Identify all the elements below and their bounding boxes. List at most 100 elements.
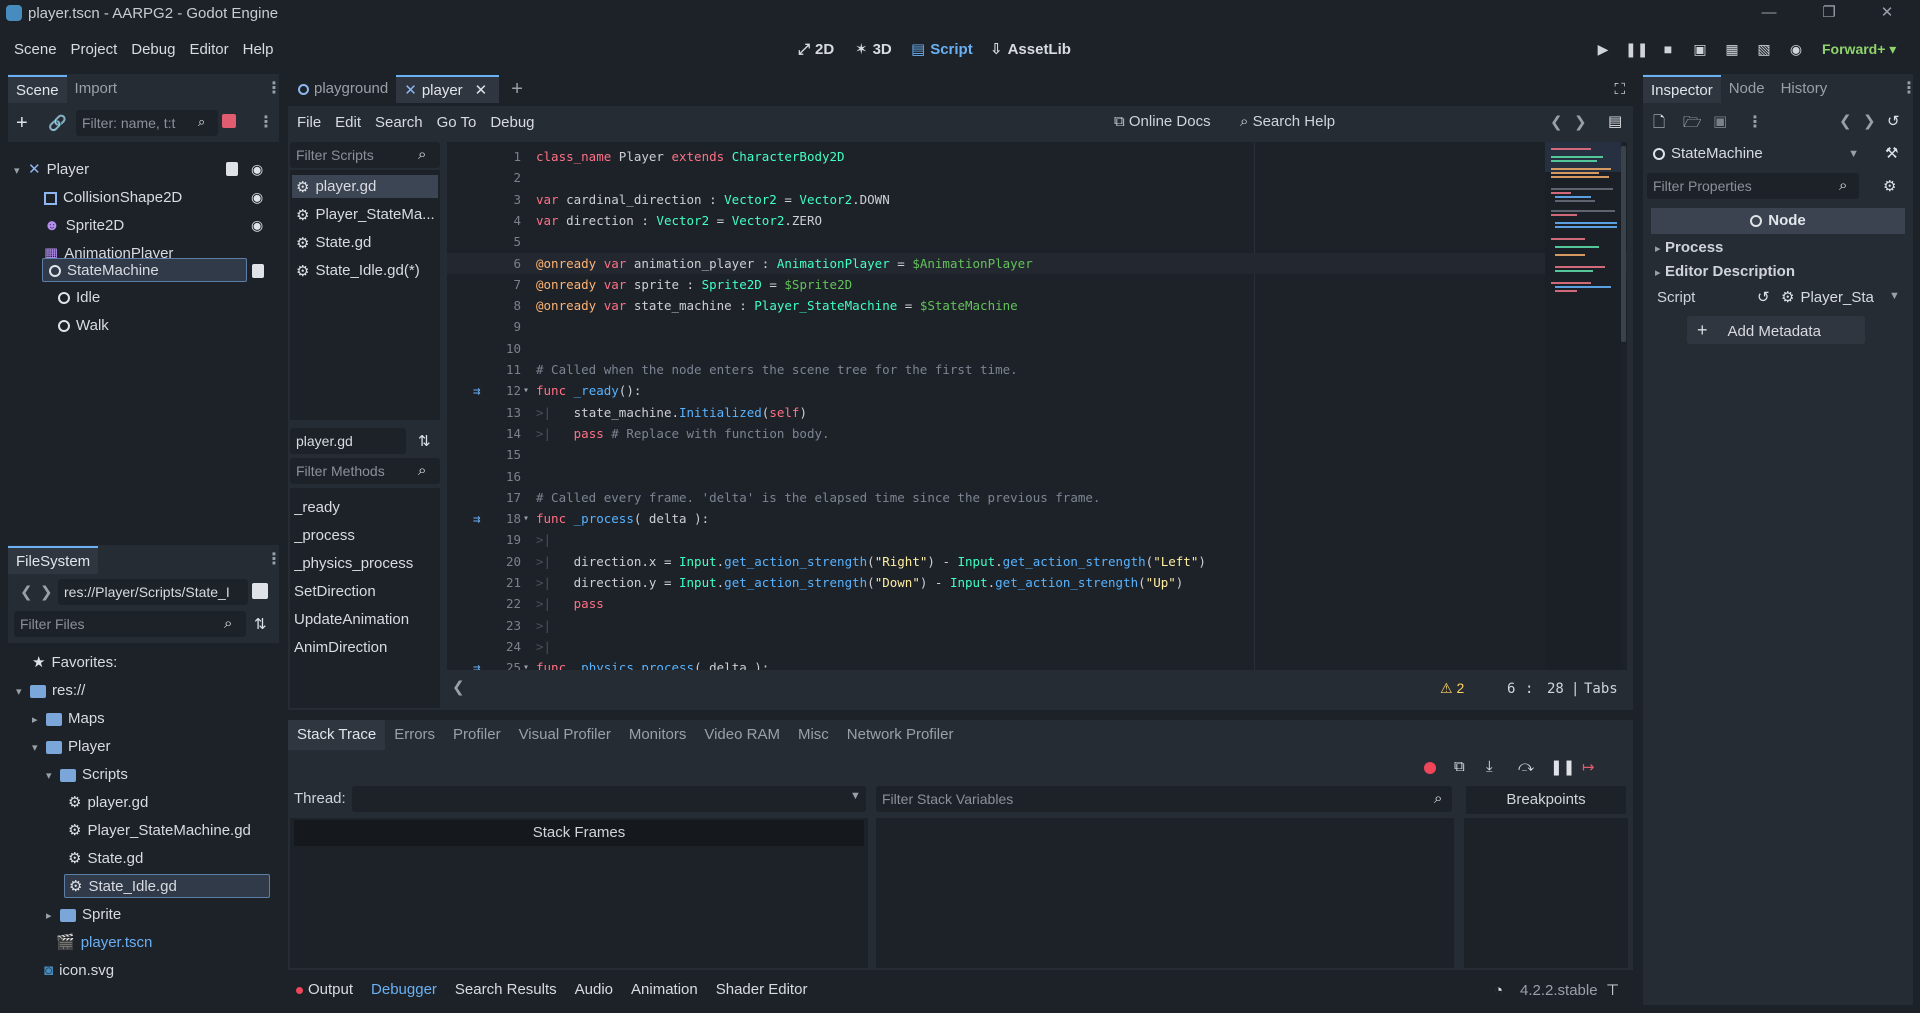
close-icon[interactable]: ✕ [1864, 0, 1910, 26]
code-line[interactable]: 3 var cardinal_direction : Vector2 = Vect… [447, 189, 1627, 210]
update-spinner-icon[interactable]: ◔ [1494, 982, 1503, 999]
code-line[interactable]: 7 @onready var sprite : Sprite2D = $Sprit… [447, 274, 1627, 295]
line-number[interactable]: 20 [477, 551, 521, 572]
folder-maps[interactable]: ▸ Maps [32, 707, 105, 731]
line-number[interactable]: 1 [477, 146, 521, 167]
collapse-arrow-icon[interactable]: ▾ [14, 159, 28, 183]
section-process[interactable]: ▸ Process [1655, 236, 1723, 261]
code-line[interactable]: 2 [447, 167, 1627, 188]
minimize-icon[interactable]: — [1746, 0, 1792, 26]
menu-scene[interactable]: Scene [7, 41, 64, 58]
add-metadata-button[interactable]: + Add Metadata [1687, 316, 1865, 344]
chevron-down-icon[interactable]: ▼ [1889, 290, 1900, 302]
line-number[interactable]: 2 [477, 167, 521, 188]
line-number[interactable]: 22 [477, 593, 521, 614]
tab-player[interactable]: ✕ player ✕ [396, 75, 500, 103]
code-line[interactable]: 12 ⇉ ▾ func _ready(): [447, 380, 1627, 401]
script-menu-goto[interactable]: Go To [430, 114, 484, 131]
file-state-idle-gd[interactable]: ⚙ State_Idle.gd [64, 874, 270, 898]
script-item-state-idle-gd[interactable]: ⚙ State_Idle.gd(*) [292, 259, 438, 282]
visibility-eye-icon[interactable]: ◉ [251, 189, 263, 206]
dock-menu-icon[interactable]: ⋮ [266, 549, 282, 569]
workspace-2d[interactable]: ⤢ 2D [798, 30, 834, 68]
forward-icon[interactable]: ❯ [1863, 112, 1876, 130]
property-options-icon[interactable]: ⚙ [1883, 177, 1896, 195]
scene-options-icon[interactable]: ⋮ [258, 112, 274, 132]
save-icon[interactable]: ▣ [1713, 112, 1727, 130]
folder-scripts[interactable]: ▾ Scripts [46, 763, 128, 787]
line-number[interactable]: 25 [477, 657, 521, 670]
code-line[interactable]: 15 [447, 444, 1627, 465]
code-line[interactable]: 17 # Called every frame. 'delta' is the e… [447, 487, 1627, 508]
stop-icon[interactable]: ■ [1657, 38, 1679, 60]
menu-project[interactable]: Project [64, 41, 125, 58]
line-number[interactable]: 23 [477, 615, 521, 636]
code-line[interactable]: 6 @onready var animation_player : Animati… [447, 252, 1627, 274]
fold-arrow-icon[interactable]: ▾ [523, 508, 529, 529]
code-line[interactable]: 21 >| direction.y = Input.get_action_stre… [447, 572, 1627, 593]
filesystem-filter-input[interactable]: Filter Files [14, 611, 246, 637]
tab-animation[interactable]: Animation [622, 975, 707, 1005]
tree-node-statemachine[interactable]: StateMachine [42, 258, 247, 282]
remote-debug-icon[interactable]: ▣ [1689, 38, 1711, 60]
file-player-statemachine-gd[interactable]: ⚙ Player_StateMachine.gd [68, 819, 251, 843]
engine-version[interactable]: 4.2.2.stable [1520, 982, 1598, 999]
menu-debug[interactable]: Debug [124, 41, 182, 58]
stack-variables-list[interactable] [876, 818, 1454, 968]
forward-icon[interactable]: ❯ [40, 583, 53, 601]
workspace-3d[interactable]: ✶ 3D [855, 30, 892, 68]
line-number[interactable]: 8 [477, 295, 521, 316]
record-icon[interactable] [1424, 762, 1436, 774]
file-player-tscn[interactable]: 🎬 player.tscn [56, 931, 152, 955]
tab-stack-trace[interactable]: Stack Trace [288, 720, 386, 750]
workspace-assetlib[interactable]: ⇩ AssetLib [990, 30, 1071, 68]
method-item[interactable]: _process [294, 524, 355, 547]
script-attached-icon[interactable] [252, 264, 264, 278]
code-line[interactable]: 18 ⇉ ▾ func _process( delta ): [447, 508, 1627, 529]
line-number[interactable]: 3 [477, 189, 521, 210]
line-number[interactable]: 14 [477, 423, 521, 444]
tree-node-sprite2d[interactable]: ☻ Sprite2D [44, 214, 124, 238]
open-folder-icon[interactable]: 🗁 [1683, 112, 1702, 137]
attach-script-icon[interactable] [222, 114, 236, 128]
object-selector[interactable]: StateMachine ▼ [1647, 140, 1867, 168]
break-icon[interactable]: ❚❚ [1550, 758, 1575, 776]
indent-mode[interactable]: Tabs [1584, 681, 1618, 697]
line-number[interactable]: 15 [477, 444, 521, 465]
code-line[interactable]: 25 ⇉ ▾ func _physics_process( delta ): [447, 657, 1627, 670]
line-number[interactable]: 4 [477, 210, 521, 231]
warnings-indicator[interactable]: ⚠ 2 [1440, 680, 1464, 697]
collapse-arrow-icon[interactable]: ▾ [16, 680, 30, 704]
folder-sprite[interactable]: ▸ Sprite [46, 903, 121, 927]
line-number[interactable]: 9 [477, 316, 521, 337]
expand-arrow-icon[interactable]: ▸ [32, 708, 46, 732]
code-line[interactable]: 9 [447, 316, 1627, 337]
method-item[interactable]: _ready [294, 496, 340, 519]
object-tools-icon[interactable]: ⚒ [1885, 144, 1898, 162]
fold-arrow-icon[interactable]: ▾ [523, 657, 529, 670]
tree-node-walk[interactable]: Walk [58, 314, 109, 338]
section-editor-description[interactable]: ▸ Editor Description [1655, 260, 1795, 285]
tab-scene[interactable]: Scene [8, 75, 67, 103]
tab-playground[interactable]: playground [288, 75, 396, 103]
line-number[interactable]: 13 [477, 402, 521, 423]
script-item-player-statemachine[interactable]: ⚙ Player_StateMa... [292, 203, 438, 226]
visibility-eye-icon[interactable]: ◉ [251, 217, 263, 234]
line-number[interactable]: 7 [477, 274, 521, 295]
method-item[interactable]: AnimDirection [294, 636, 387, 659]
tab-errors[interactable]: Errors [385, 720, 444, 750]
tree-node-idle[interactable]: Idle [58, 286, 100, 310]
line-number[interactable]: 19 [477, 529, 521, 550]
line-number[interactable]: 5 [477, 231, 521, 252]
pause-icon[interactable]: ❚❚ [1625, 38, 1648, 60]
restore-icon[interactable]: ❐ [1806, 0, 1852, 26]
menu-help[interactable]: Help [236, 41, 281, 58]
tab-visual-profiler[interactable]: Visual Profiler [510, 720, 620, 750]
folder-res[interactable]: ▾ res:// [16, 679, 85, 703]
code-line[interactable]: 13 >| state_machine.Initialized(self) [447, 402, 1627, 423]
close-tab-icon[interactable]: ✕ [475, 82, 488, 99]
file-icon-svg[interactable]: ◙ icon.svg [44, 959, 114, 983]
step-over-icon[interactable]: ⤼ [1518, 758, 1534, 775]
tab-filesystem[interactable]: FileSystem [8, 546, 99, 574]
line-number[interactable]: 17 [477, 487, 521, 508]
